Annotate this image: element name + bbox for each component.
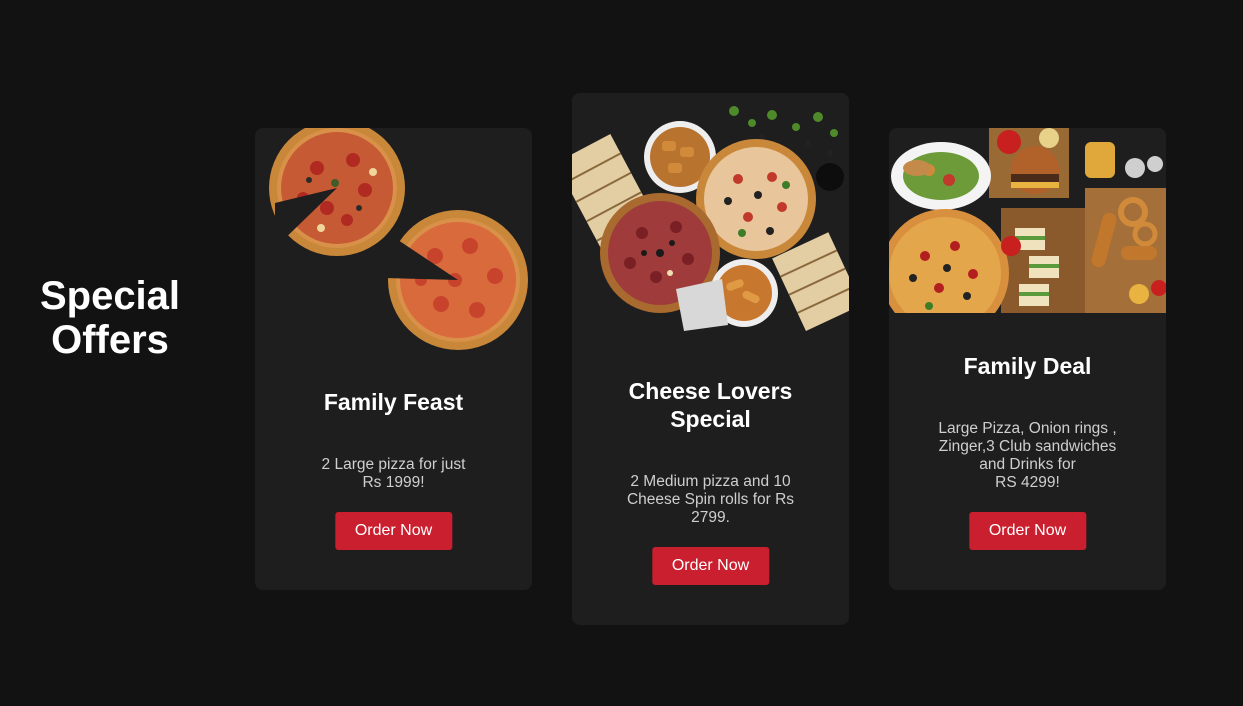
offer-title: Family Feast (323, 389, 464, 415)
special-offers-page: Special Offers Family Feast 2 Large pizz… (0, 0, 1243, 706)
offer-description: Large Pizza, Onion rings , Zinger,3 Club… (938, 420, 1117, 491)
order-now-button[interactable]: Order Now (968, 512, 1087, 550)
offer-card-family-feast: Family Feast 2 Large pizza for just Rs 1… (255, 128, 532, 590)
section-title: Special Offers (39, 274, 181, 362)
offer-description: 2 Medium pizza and 10 Cheese Spin rolls … (626, 473, 795, 526)
two-pizzas-image (255, 128, 532, 358)
offer-card-cheese-lovers-special: Cheese Lovers Special 2 Medium pizza and… (572, 93, 849, 625)
burger-pizza-spread-image (889, 128, 1166, 313)
pizza-spread-image (572, 93, 849, 338)
order-now-button[interactable]: Order Now (334, 512, 453, 550)
offer-title: Family Deal (963, 353, 1092, 379)
offer-card-family-deal: Family Deal Large Pizza, Onion rings , Z… (889, 128, 1166, 590)
order-now-button[interactable]: Order Now (651, 547, 770, 585)
offer-description: 2 Large pizza for just Rs 1999! (321, 456, 466, 491)
offer-title: Cheese Lovers Special (628, 378, 793, 432)
